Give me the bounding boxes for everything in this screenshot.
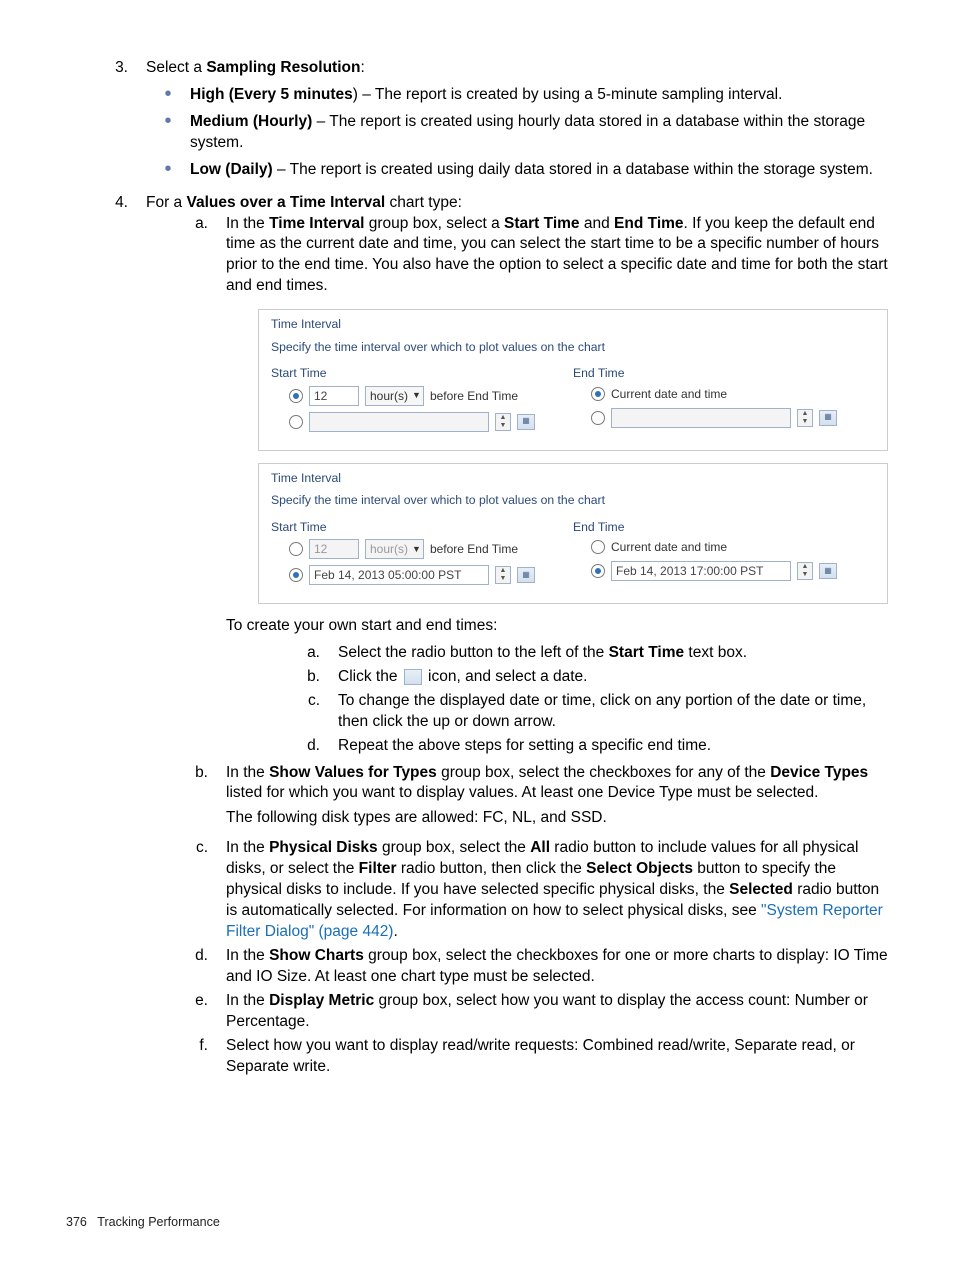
page-footer: 376 Tracking Performance	[66, 1214, 220, 1231]
end-specific-radio[interactable]	[591, 411, 605, 425]
step4a: a. In the Time Interval group box, selec…	[146, 214, 888, 760]
unit-dropdown[interactable]: hour(s)▼	[365, 539, 424, 559]
end-label: End Time	[573, 365, 875, 381]
step-4: 4. For a Values over a Time Interval cha…	[66, 193, 888, 1081]
end-current-radio[interactable]	[591, 387, 605, 401]
spinner[interactable]: ▲▼	[797, 409, 813, 427]
step-content: For a Values over a Time Interval chart …	[146, 193, 888, 1081]
start-time-column: Start Time 12 hour(s)▼ before End Time	[271, 519, 573, 591]
step4c: c. In the Physical Disks group box, sele…	[146, 838, 888, 943]
calendar-icon[interactable]: ▦	[517, 414, 535, 430]
bullet-medium: •Medium (Hourly) – The report is created…	[146, 112, 888, 154]
bullet-dot: •	[146, 160, 190, 181]
before-label: before End Time	[430, 541, 518, 557]
subtext: In the Time Interval group box, select a…	[226, 214, 888, 760]
step3-tail: :	[360, 59, 364, 76]
spinner[interactable]: ▲▼	[797, 562, 813, 580]
current-label: Current date and time	[611, 386, 727, 402]
step4b: b. In the Show Values for Types group bo…	[146, 763, 888, 836]
disk-types-note: The following disk types are allowed: FC…	[226, 808, 888, 829]
group-subtitle: Specify the time interval over which to …	[271, 339, 875, 355]
start-date-input[interactable]: Feb 14, 2013 05:00:00 PST	[309, 565, 489, 585]
document-page: 3. Select a Sampling Resolution: •High (…	[0, 0, 954, 1271]
end-current-radio[interactable]	[591, 540, 605, 554]
bullet-dot: •	[146, 85, 190, 106]
step4f: f. Select how you want to display read/w…	[146, 1036, 888, 1078]
start-specific-radio[interactable]	[289, 415, 303, 429]
chevron-down-icon: ▼	[412, 545, 421, 554]
group-title: Time Interval	[271, 470, 875, 486]
end-time-column: End Time Current date and time ▲▼	[573, 365, 875, 437]
chevron-down-icon: ▼	[412, 391, 421, 400]
step3-bold: Sampling Resolution	[206, 59, 360, 76]
step-content: Select a Sampling Resolution: •High (Eve…	[146, 58, 888, 187]
unit-dropdown[interactable]: hour(s)▼	[365, 386, 424, 406]
step-number: 3.	[66, 58, 146, 187]
spinner[interactable]: ▲▼	[495, 566, 511, 584]
bullet-dot: •	[146, 112, 190, 154]
step4-tail: chart type:	[385, 194, 462, 211]
start-label: Start Time	[271, 519, 573, 535]
calendar-icon[interactable]: ▦	[819, 563, 837, 579]
start-date-input[interactable]	[309, 412, 489, 432]
end-date-input[interactable]: Feb 14, 2013 17:00:00 PST	[611, 561, 791, 581]
step4-bold: Values over a Time Interval	[186, 194, 385, 211]
own-intro: To create your own start and end times:	[226, 616, 888, 637]
own-d: d.Repeat the above steps for setting a s…	[258, 736, 888, 757]
bullet-text: High (Every 5 minutes) – The report is c…	[190, 85, 888, 106]
footer-title: Tracking Performance	[97, 1215, 220, 1229]
hours-input[interactable]: 12	[309, 539, 359, 559]
start-label: Start Time	[271, 365, 573, 381]
end-label: End Time	[573, 519, 875, 535]
end-specific-radio[interactable]	[591, 564, 605, 578]
time-interval-figure-2: Time Interval Specify the time interval …	[258, 463, 888, 604]
bullet-text: Low (Daily) – The report is created usin…	[190, 160, 888, 181]
end-date-input[interactable]	[611, 408, 791, 428]
start-time-column: Start Time 12 hour(s)▼ before End Time	[271, 365, 573, 437]
bullet-low: •Low (Daily) – The report is created usi…	[146, 160, 888, 181]
step4e: e. In the Display Metric group box, sele…	[146, 991, 888, 1033]
own-b: b.Click the icon, and select a date.	[258, 667, 888, 688]
step-3: 3. Select a Sampling Resolution: •High (…	[66, 58, 888, 187]
step-number: 4.	[66, 193, 146, 1081]
group-subtitle: Specify the time interval over which to …	[271, 492, 875, 508]
own-a: a.Select the radio button to the left of…	[258, 643, 888, 664]
subletter: a.	[146, 214, 226, 760]
calendar-icon	[404, 669, 422, 685]
end-time-column: End Time Current date and time Feb 14, 2…	[573, 519, 875, 591]
spinner[interactable]: ▲▼	[495, 413, 511, 431]
time-interval-figure-1: Time Interval Specify the time interval …	[258, 309, 888, 450]
step4-lead: For a	[146, 194, 186, 211]
sampling-bullets: •High (Every 5 minutes) – The report is …	[146, 85, 888, 181]
calendar-icon[interactable]: ▦	[819, 410, 837, 426]
step3-lead: Select a	[146, 59, 206, 76]
page-number: 376	[66, 1215, 87, 1229]
start-relative-radio[interactable]	[289, 389, 303, 403]
step4-substeps: a. In the Time Interval group box, selec…	[146, 214, 888, 1078]
group-title: Time Interval	[271, 316, 875, 332]
start-specific-radio[interactable]	[289, 568, 303, 582]
step4d: d. In the Show Charts group box, select …	[146, 946, 888, 988]
before-label: before End Time	[430, 388, 518, 404]
bullet-text: Medium (Hourly) – The report is created …	[190, 112, 888, 154]
start-relative-radio[interactable]	[289, 542, 303, 556]
own-c: c.To change the displayed date or time, …	[258, 691, 888, 733]
calendar-icon[interactable]: ▦	[517, 567, 535, 583]
main-ordered-list: 3. Select a Sampling Resolution: •High (…	[66, 58, 888, 1080]
bullet-high: •High (Every 5 minutes) – The report is …	[146, 85, 888, 106]
current-label: Current date and time	[611, 539, 727, 555]
hours-input[interactable]: 12	[309, 386, 359, 406]
own-steps: a.Select the radio button to the left of…	[258, 643, 888, 757]
